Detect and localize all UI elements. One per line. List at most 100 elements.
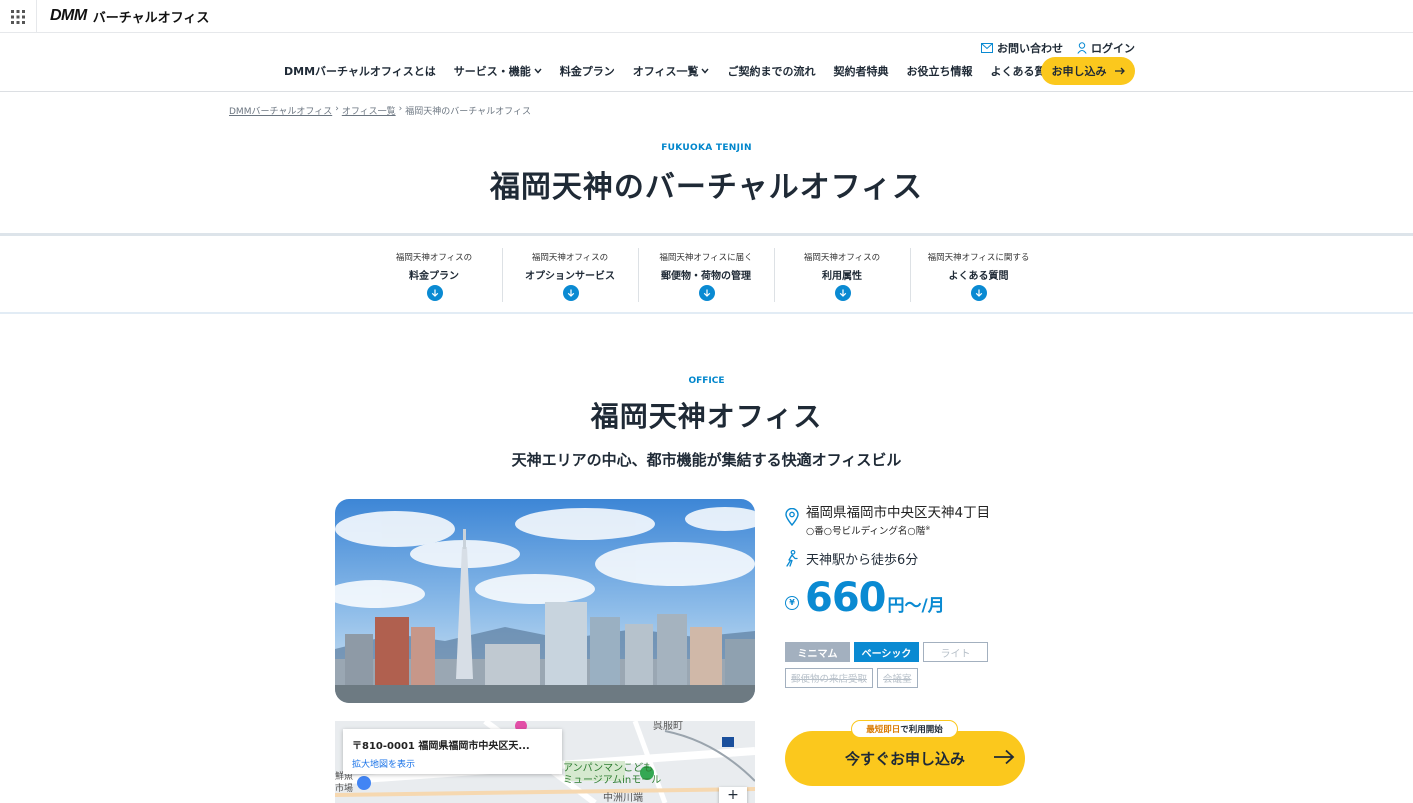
- map-info-card: 〒810-0001 福岡県福岡市中央区天... 拡大地図を表示: [343, 729, 562, 774]
- office-photo: [335, 499, 755, 703]
- svg-text:ミュージアムinモール: ミュージアムinモール: [563, 774, 661, 786]
- nav-pricing-label: 料金プラン: [559, 65, 615, 78]
- price-value: 660: [805, 575, 886, 621]
- arrow-down-icon: [970, 285, 987, 301]
- svg-text:アンパンマンこども: アンパンマンこども: [563, 762, 653, 774]
- anchor-bold: 利用属性: [822, 271, 862, 282]
- nav-benefits[interactable]: 契約者特典: [833, 63, 888, 79]
- main-nav: DMMバーチャルオフィスとは サービス・機能 料金プラン オフィス一覧 ご契約ま…: [284, 57, 1074, 85]
- login-label: ログイン: [1091, 42, 1135, 55]
- anchor-bold: オプションサービス: [525, 271, 615, 282]
- anchor-users[interactable]: 福岡天神オフィスの 利用属性: [775, 248, 911, 302]
- nav-flow-label: ご契約までの流れ: [727, 65, 816, 78]
- anchor-faq[interactable]: 福岡天神オフィスに関する よくある質問: [911, 248, 1047, 302]
- walking-icon: [786, 550, 798, 567]
- address-line-2: ○番○号ビルディング名○階※: [806, 523, 990, 537]
- nav-flow[interactable]: ご契約までの流れ: [727, 63, 815, 79]
- breadcrumb-current: 福岡天神のバーチャルオフィス: [405, 107, 531, 117]
- anchor-nav: 福岡天神オフィスの 料金プラン 福岡天神オフィスの オプションサービス 福岡天神…: [0, 233, 1413, 314]
- cta-badge: 最短即日 で利用開始: [851, 720, 958, 738]
- login-link[interactable]: ログイン: [1077, 40, 1135, 56]
- breadcrumb-offices[interactable]: オフィス一覧: [342, 104, 396, 117]
- address-note-mark: ※: [925, 524, 931, 532]
- chevron-down-icon: [701, 68, 710, 74]
- access-text: 天神駅から徒歩6分: [806, 553, 919, 568]
- plan-tag-basic: ベーシック: [854, 642, 919, 662]
- anchor-small: 福岡天神オフィスに届く: [659, 253, 753, 263]
- anchor-pricing[interactable]: 福岡天神オフィスの 料金プラン: [367, 248, 503, 302]
- chevron-down-icon: [534, 68, 542, 74]
- plan-tags: ミニマム ベーシック ライト 郵便物の来店受取 会議室: [785, 642, 1025, 694]
- site-logo[interactable]: DMM バーチャルオフィス: [50, 6, 209, 26]
- nav-about[interactable]: DMMバーチャルオフィスとは: [284, 63, 436, 79]
- svg-text:市場: 市場: [335, 782, 353, 794]
- yen-icon: ¥: [785, 595, 799, 610]
- office-address: 福岡県福岡市中央区天神4丁目 ○番○号ビルディング名○階※: [785, 501, 1045, 537]
- office-eyebrow: OFFICE: [688, 376, 725, 386]
- nav-services[interactable]: サービス・機能: [454, 63, 542, 79]
- address-building: ○番○号ビルディング名○階: [806, 526, 926, 537]
- apply-now-label: 今すぐお申し込み: [844, 750, 965, 768]
- hero-eyebrow: FUKUOKA TENJIN: [661, 143, 752, 153]
- breadcrumb: DMMバーチャルオフィス › オフィス一覧 › 福岡天神のバーチャルオフィス: [229, 104, 531, 117]
- nav-services-label: サービス・機能: [453, 65, 531, 78]
- office-access: 天神駅から徒歩6分: [785, 549, 918, 568]
- mail-icon: [981, 43, 993, 53]
- breadcrumb-separator: ›: [335, 104, 339, 114]
- apply-button[interactable]: お申し込み: [1041, 57, 1135, 85]
- map-zoom-in-button[interactable]: +: [719, 787, 747, 803]
- anchor-mail[interactable]: 福岡天神オフィスに届く 郵便物・荷物の管理: [639, 248, 775, 302]
- office-price: ¥ 660 円〜/月: [785, 575, 945, 621]
- anchor-small: 福岡天神オフィスに関する: [927, 253, 1030, 263]
- location-pin-icon: [785, 508, 799, 526]
- nav-tips-label: お役立ち情報: [906, 65, 973, 78]
- apply-label: お申し込み: [1051, 65, 1107, 78]
- nav-offices-label: オフィス一覧: [632, 65, 699, 78]
- svg-text:呉服町: 呉服町: [653, 721, 683, 732]
- app-grid-icon[interactable]: [0, 0, 37, 33]
- office-title: 福岡天神オフィス: [590, 400, 823, 433]
- option-tag-meeting-room: 会議室: [877, 668, 918, 688]
- anchor-bold: よくある質問: [948, 271, 1009, 282]
- anchor-small: 福岡天神オフィスの: [395, 253, 473, 263]
- price-unit: 円〜/月: [887, 596, 945, 616]
- nav-benefits-label: 契約者特典: [833, 65, 889, 78]
- anchor-bold: 料金プラン: [409, 271, 459, 282]
- arrow-down-icon: [562, 285, 579, 301]
- office-subtitle: 天神エリアの中心、都市機能が集結する快適オフィスビル: [511, 451, 902, 469]
- office-map[interactable]: 呉服町 アンパンマンこども ミュージアムinモール 中洲川端 鮮魚 市場 〒81…: [335, 721, 755, 803]
- cta-badge-highlight: 最短即日: [866, 725, 901, 735]
- arrow-down-icon: [426, 285, 443, 301]
- plan-tag-minimum: ミニマム: [785, 642, 850, 662]
- anchor-options[interactable]: 福岡天神オフィスの オプションサービス: [503, 248, 639, 302]
- logo-service: バーチャルオフィス: [92, 10, 210, 26]
- contact-label: お問い合わせ: [997, 42, 1063, 55]
- utility-links: お問い合わせ ログイン: [981, 40, 1135, 56]
- breadcrumb-home[interactable]: DMMバーチャルオフィス: [229, 104, 332, 117]
- nav-tips[interactable]: お役立ち情報: [906, 63, 972, 79]
- anchor-small: 福岡天神オフィスの: [803, 253, 881, 263]
- address-line-1: 福岡県福岡市中央区天神4丁目: [806, 505, 991, 521]
- anchor-small: 福岡天神オフィスの: [531, 253, 609, 263]
- arrow-right-icon: [994, 749, 1015, 765]
- cta-badge-text: で利用開始: [900, 725, 943, 735]
- plan-tag-light: ライト: [923, 642, 988, 662]
- anchor-bold: 郵便物・荷物の管理: [661, 271, 751, 282]
- user-icon: [1077, 42, 1087, 54]
- contact-link[interactable]: お問い合わせ: [981, 40, 1063, 56]
- logo-dmm: DMM: [50, 7, 87, 24]
- option-tag-pickup: 郵便物の来店受取: [785, 668, 874, 688]
- page-title: 福岡天神のバーチャルオフィス: [489, 170, 924, 205]
- apply-now-button[interactable]: 今すぐお申し込み: [785, 731, 1025, 786]
- map-enlarge-link[interactable]: 拡大地図を表示: [352, 760, 415, 770]
- nav-pricing[interactable]: 料金プラン: [560, 63, 615, 79]
- arrow-down-icon: [698, 285, 715, 301]
- arrow-right-icon: [1114, 67, 1125, 75]
- nav-divider: [0, 91, 1413, 92]
- map-address: 〒810-0001 福岡県福岡市中央区天...: [352, 741, 530, 752]
- top-bar: DMM バーチャルオフィス: [0, 0, 1413, 33]
- breadcrumb-separator: ›: [398, 104, 403, 114]
- nav-about-label: DMMバーチャルオフィスとは: [284, 65, 436, 78]
- nav-offices[interactable]: オフィス一覧: [633, 63, 710, 79]
- svg-text:中洲川端: 中洲川端: [603, 791, 643, 803]
